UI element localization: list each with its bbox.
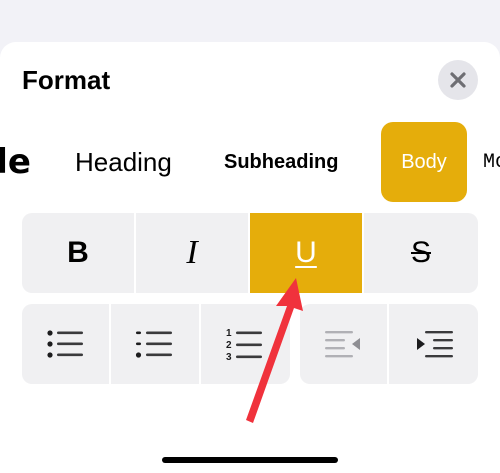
- style-body[interactable]: Body: [381, 122, 467, 202]
- home-indicator: [162, 457, 338, 463]
- italic-glyph: I: [186, 234, 198, 271]
- underline-button[interactable]: U: [250, 213, 364, 293]
- text-style-row: tle Heading Subheading Body Mo: [0, 122, 500, 202]
- style-monostyled[interactable]: Mo: [483, 122, 500, 202]
- bulleted-list-button[interactable]: [22, 304, 112, 384]
- increase-indent-icon: [416, 331, 453, 358]
- close-button[interactable]: [438, 60, 478, 100]
- decrease-indent-button[interactable]: [300, 304, 389, 384]
- style-subheading[interactable]: Subheading: [224, 122, 338, 202]
- underline-glyph: U: [295, 236, 317, 269]
- list-number-icon: 1 2 3: [226, 328, 263, 362]
- italic-button[interactable]: I: [136, 213, 250, 293]
- bold-button[interactable]: B: [22, 213, 136, 293]
- list-bullet-icon: [47, 330, 83, 358]
- increase-indent-button[interactable]: [389, 304, 478, 384]
- number-1: 1: [226, 328, 232, 339]
- decrease-indent-icon: [324, 331, 360, 358]
- formatting-toolbar: B I U S: [22, 213, 478, 293]
- dashed-list-button[interactable]: [111, 304, 201, 384]
- indent-toolbar: [300, 304, 478, 384]
- page-title: Format: [22, 65, 111, 95]
- list-toolbar: 1 2 3: [22, 304, 290, 384]
- strikethrough-glyph: S: [410, 236, 431, 269]
- number-2: 2: [226, 340, 232, 351]
- bold-glyph: B: [67, 236, 89, 269]
- style-heading[interactable]: Heading: [75, 122, 172, 202]
- list-dash-icon: [135, 331, 172, 358]
- xmark-icon: [450, 72, 466, 88]
- strikethrough-button[interactable]: S: [364, 213, 478, 293]
- style-title[interactable]: tle: [0, 122, 31, 202]
- format-sheet: Format tle Heading Subheading Body Mo B …: [0, 42, 500, 473]
- number-3: 3: [226, 352, 232, 362]
- numbered-list-button[interactable]: 1 2 3: [201, 304, 290, 384]
